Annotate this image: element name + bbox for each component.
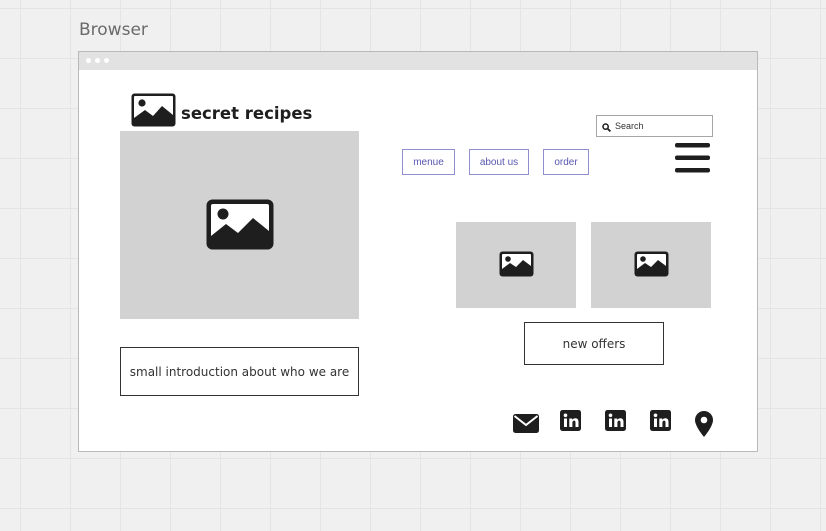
hamburger-menu-icon[interactable] <box>675 142 710 174</box>
window-dot <box>86 58 91 63</box>
image-placeholder-icon <box>499 251 534 277</box>
search-icon <box>602 123 611 132</box>
logo-image-icon[interactable] <box>131 93 176 127</box>
offer-image-placeholder <box>591 222 711 308</box>
browser-window: secret recipes small introduction about … <box>78 51 758 452</box>
map-pin-icon[interactable] <box>695 411 713 437</box>
nav-menue-button[interactable]: menue <box>402 149 455 175</box>
window-dot <box>104 58 109 63</box>
linkedin-icon[interactable] <box>650 410 671 431</box>
site-title[interactable]: secret recipes <box>181 104 312 123</box>
offer-image-placeholder <box>456 222 576 308</box>
browser-titlebar <box>79 52 757 70</box>
linkedin-icon[interactable] <box>560 410 581 431</box>
search-placeholder: Search <box>615 121 644 131</box>
mail-icon[interactable] <box>513 414 539 433</box>
nav-order-button[interactable]: order <box>543 149 589 175</box>
image-placeholder-icon <box>206 199 274 250</box>
nav-about-button[interactable]: about us <box>469 149 529 175</box>
hero-image-placeholder <box>120 131 359 319</box>
intro-text-box: small introduction about who we are <box>120 347 359 396</box>
linkedin-icon[interactable] <box>605 410 626 431</box>
image-placeholder-icon <box>634 251 669 277</box>
search-input[interactable]: Search <box>596 115 713 137</box>
frame-label: Browser <box>79 20 148 40</box>
new-offers-button[interactable]: new offers <box>524 322 664 365</box>
window-dot <box>95 58 100 63</box>
